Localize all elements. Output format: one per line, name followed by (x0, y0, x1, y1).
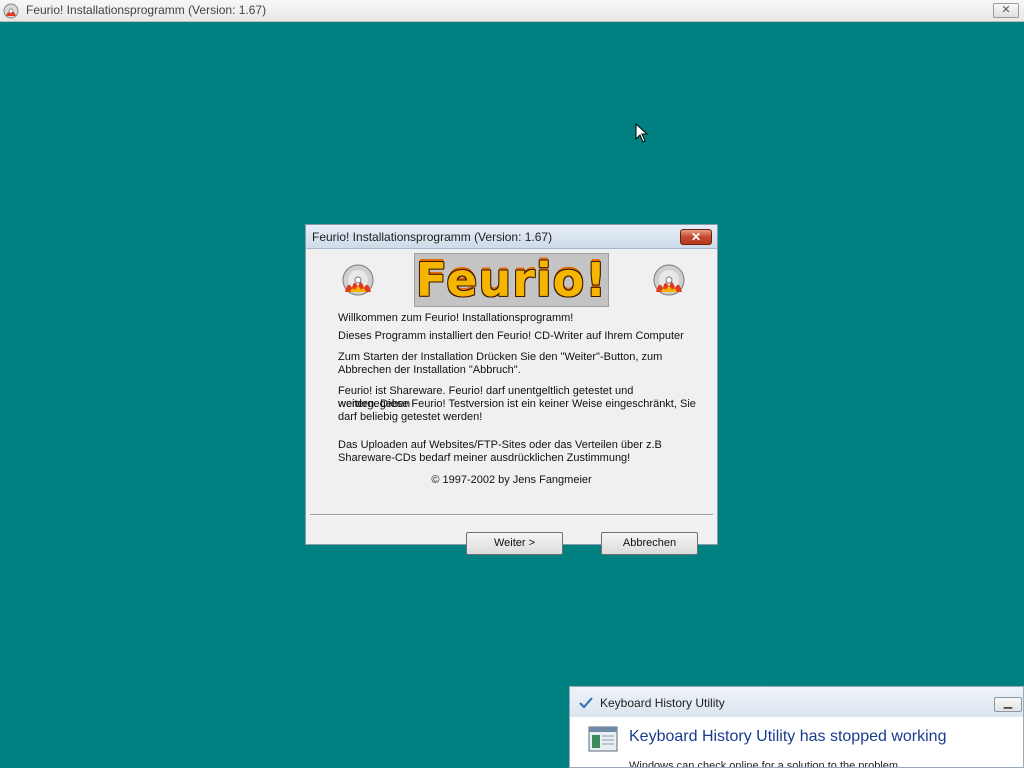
installer-dialog: Feurio! Installationsprogramm (Version: … (305, 224, 718, 555)
welcome-text: Willkommen zum Feurio! Installationsprog… (338, 312, 574, 324)
feurio-app-icon (3, 3, 19, 19)
error-dialog-titlebar: Keyboard History Utility ▁ (570, 687, 1023, 717)
top-window-title: Feurio! Installationsprogramm (Version: … (26, 3, 267, 17)
cd-fire-icon (342, 264, 374, 296)
distribution-text-line2: Shareware-CDs bedarf meiner ausdrücklich… (338, 452, 631, 464)
top-window-close-button[interactable]: ✕ (993, 3, 1019, 18)
distribution-text-line1: Das Uploaden auf Websites/FTP-Sites oder… (338, 439, 662, 451)
arrow-cursor-icon (635, 123, 649, 143)
top-window-titlebar: Feurio! Installationsprogramm (Version: … (0, 0, 1024, 22)
shareware-text-line2: werden. Diese Feurio! Testversion ist ei… (338, 398, 696, 410)
dialog-close-button[interactable]: ✕ (680, 229, 712, 245)
start-instructions-line1: Zum Starten der Installation Drücken Sie… (338, 351, 663, 363)
dialog-body: Feurio! Willkommen zum Feurio! Installat… (306, 249, 717, 555)
error-subtext: Windows can check online for a solution … (629, 760, 902, 768)
window-icon (588, 726, 618, 752)
next-button[interactable]: Weiter > (466, 532, 563, 555)
button-separator (310, 514, 713, 516)
minimize-button[interactable]: ▁ (994, 697, 1022, 712)
checkmark-app-icon (579, 697, 593, 709)
dialog-title: Feurio! Installationsprogramm (Version: … (312, 230, 553, 244)
shareware-text-line3: darf beliebig getestet werden! (338, 411, 483, 423)
feurio-logo: Feurio! (414, 253, 609, 307)
install-info-text: Dieses Programm installiert den Feurio! … (338, 330, 684, 342)
error-heading: Keyboard History Utility has stopped wor… (629, 728, 947, 745)
dialog-titlebar: Feurio! Installationsprogramm (Version: … (306, 225, 717, 249)
cd-fire-icon (653, 264, 685, 296)
start-instructions-line2: Abbrechen der Installation "Abbruch". (338, 364, 521, 376)
error-dialog: Keyboard History Utility ▁ Keyboard Hist… (569, 686, 1024, 768)
copyright-text: © 1997-2002 by Jens Fangmeier (431, 474, 592, 486)
error-dialog-title: Keyboard History Utility (600, 696, 725, 710)
cancel-button[interactable]: Abbrechen (601, 532, 698, 555)
